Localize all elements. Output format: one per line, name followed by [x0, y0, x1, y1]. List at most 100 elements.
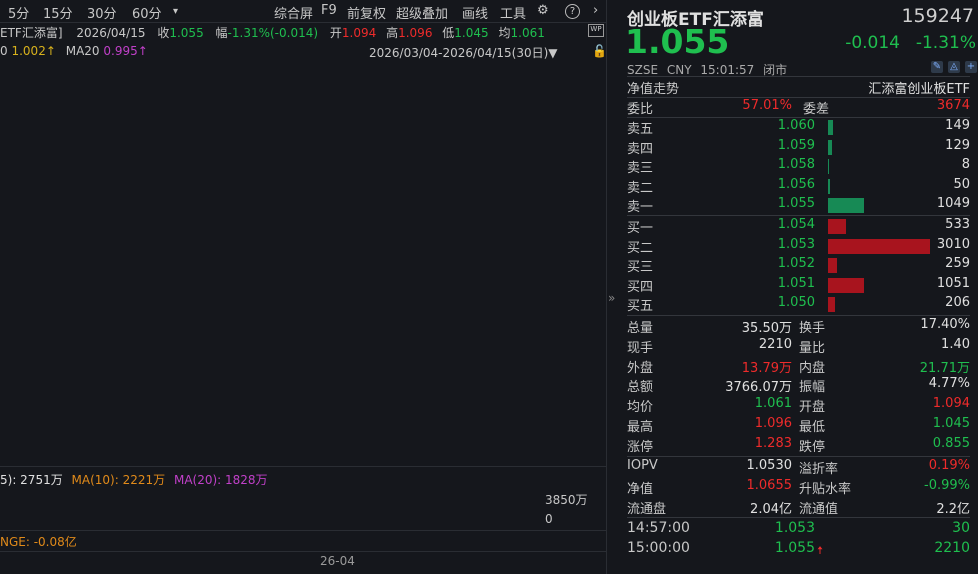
add-icon[interactable]: +: [965, 61, 977, 73]
bid-price: 1.054: [777, 217, 815, 232]
ma20-value: 0.995↑: [103, 44, 148, 58]
low-label: 低: [442, 26, 455, 40]
super-overlay-button[interactable]: 超级叠加: [396, 3, 448, 22]
nav-trend-row[interactable]: 净值走势 汇添富创业板ETF: [627, 78, 970, 97]
stat-value: 1.0530: [746, 458, 793, 473]
stat-label: 流通盘: [627, 501, 667, 517]
ma20-label: MA20: [65, 44, 100, 58]
composite-screen-button[interactable]: 综合屏: [274, 3, 313, 22]
bid-row[interactable]: 买五 1.050 206: [627, 295, 970, 314]
ask-price: 1.056: [777, 176, 815, 192]
ask-row[interactable]: 卖三 1.058 8: [627, 157, 970, 176]
bid-volume: 3010: [936, 236, 970, 252]
date-range[interactable]: 2026/03/04-2026/04/15(30日)▼: [369, 44, 558, 61]
volume-legend: 5): 2751万 MA(10): 2221万 MA(20): 1828万: [0, 471, 268, 488]
stat-label: 均价: [627, 400, 654, 416]
stat-value: 2.2亿: [936, 501, 970, 517]
ask-volume: 129: [945, 137, 970, 153]
stat-row: 总量 35.50万 换手 17.40%: [627, 317, 970, 336]
bid-level-label: 买四: [627, 279, 654, 295]
triangle-down-icon[interactable]: ▼: [548, 46, 557, 60]
security-code: 159247: [901, 5, 974, 27]
ask-row[interactable]: 卖二 1.056 50: [627, 177, 970, 196]
stat-label: 净值: [627, 481, 654, 497]
ratio-label: 委比: [627, 102, 654, 117]
help-icon[interactable]: ?: [565, 4, 580, 19]
bid-row[interactable]: 买四 1.051 1051: [627, 276, 970, 295]
ask-volume: 1049: [936, 196, 970, 212]
stat-row: IOPV 1.0530 溢折率 0.19%: [627, 458, 970, 477]
bell-icon[interactable]: ◬: [948, 61, 960, 73]
stat-label: 升贴水率: [799, 481, 852, 497]
stat-row: 总额 3766.07万 振幅 4.77%: [627, 376, 970, 395]
stat-label: 量比: [799, 340, 826, 356]
close-value: 1.055: [169, 26, 204, 40]
high-value: 1.096: [398, 26, 433, 40]
vol-ma20: MA(20): 1828万: [173, 473, 268, 487]
bid-row[interactable]: 买一 1.054 533: [627, 217, 970, 236]
wp-icon[interactable]: WP: [588, 24, 604, 37]
forward-adjust-button[interactable]: 前复权: [347, 3, 386, 22]
stat-row: 最高 1.096 最低 1.045: [627, 416, 970, 435]
lock-icon[interactable]: 🔓: [592, 44, 607, 58]
stat-label: 现手: [627, 340, 654, 356]
bid-row[interactable]: 买二 1.053 3010: [627, 237, 970, 256]
chart-panel: 1.0801.0501.0200.9900.9600.9301.096 5分 1…: [0, 0, 607, 574]
bid-volume-bar: [828, 277, 864, 293]
bid-volume: 533: [945, 217, 970, 232]
stat-row: 均价 1.061 开盘 1.094: [627, 396, 970, 415]
bar-date: 2026/04/15: [76, 26, 146, 40]
stat-label: 最低: [799, 420, 826, 435]
ma10-label: 0: [0, 44, 8, 58]
stat-value: 1.283: [754, 435, 792, 451]
stat-label: IOPV: [627, 458, 658, 473]
tick-volume: 2210: [934, 540, 970, 556]
stat-label: 流通值: [799, 501, 839, 517]
ask-volume-bar: [828, 178, 830, 194]
edit-icon[interactable]: ✎: [931, 61, 943, 73]
tick-row: 15:00:00 1.055 🠅 2210: [627, 540, 970, 559]
period-60min[interactable]: 60分: [132, 3, 162, 22]
nav-trend-label[interactable]: 净值走势: [627, 78, 679, 97]
stat-row: 外盘 13.79万 内盘 21.71万: [627, 357, 970, 376]
bid-row[interactable]: 买三 1.052 259: [627, 256, 970, 275]
stat-value: 3766.07万: [725, 380, 792, 396]
tools-button[interactable]: 工具: [500, 3, 526, 22]
ask-row[interactable]: 卖一 1.055 1049: [627, 196, 970, 215]
f9-button[interactable]: F9: [321, 3, 337, 18]
ask-row[interactable]: 卖四 1.059 129: [627, 138, 970, 157]
stat-value: 1.061: [754, 396, 792, 412]
period-30min[interactable]: 30分: [87, 3, 117, 22]
vol-axis-zero: 0: [545, 512, 553, 526]
gear-icon[interactable]: ⚙: [537, 3, 549, 18]
ask-price: 1.055: [777, 196, 815, 212]
chevron-right-icon[interactable]: ›: [593, 3, 598, 18]
tick-volume: 30: [952, 520, 970, 536]
bid-price: 1.050: [777, 295, 815, 311]
stat-value: 1.094: [932, 396, 970, 412]
stat-value: 1.045: [932, 416, 970, 431]
market-status: 闭市: [763, 63, 788, 77]
stat-value: 1.096: [754, 416, 792, 431]
period-dropdown[interactable]: ▾: [173, 6, 178, 17]
avg-value: 1.061: [510, 26, 545, 40]
close-label: 收: [157, 26, 170, 40]
vol-ma10: MA(10): 2221万: [71, 473, 166, 487]
draw-line-button[interactable]: 画线: [462, 3, 488, 22]
stat-value: 0.19%: [928, 458, 970, 473]
stat-value: 2210: [758, 336, 792, 352]
ask-volume: 50: [953, 176, 970, 192]
ask-level-label: 卖三: [627, 161, 654, 177]
divider: [0, 530, 607, 531]
stat-value: 2.04亿: [750, 501, 792, 517]
ask-level-label: 卖二: [627, 180, 654, 196]
period-15min[interactable]: 15分: [43, 3, 73, 22]
ask-price: 1.059: [777, 137, 815, 153]
stat-row: 流通盘 2.04亿 流通值 2.2亿: [627, 498, 970, 517]
ask-volume-bar: [828, 198, 864, 214]
ask-row[interactable]: 卖五 1.060 149: [627, 118, 970, 137]
high-label: 高: [386, 26, 399, 40]
bid-volume: 1051: [936, 275, 970, 291]
period-5min[interactable]: 5分: [8, 3, 29, 22]
stat-label: 开盘: [799, 400, 826, 416]
